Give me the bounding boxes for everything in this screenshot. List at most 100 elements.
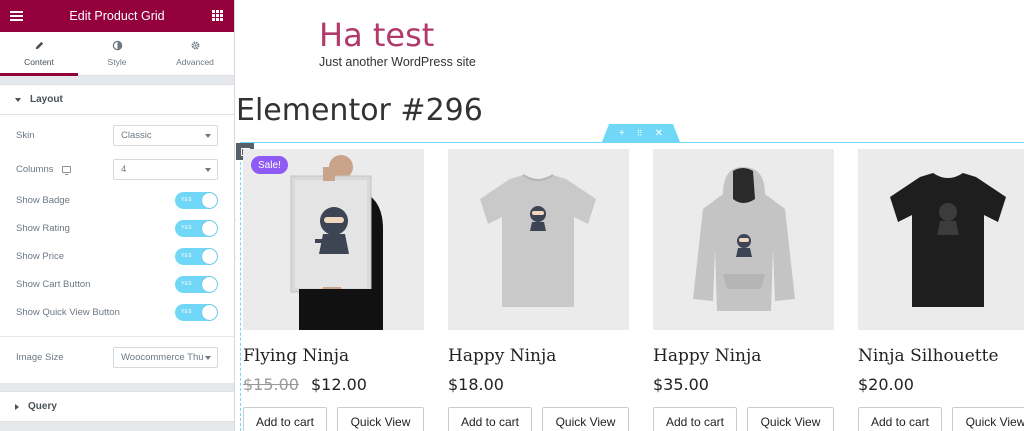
chevron-down-icon (205, 133, 211, 138)
caret-down-icon (15, 97, 21, 102)
section-toolbar: + ⠿ ✕ (602, 124, 680, 142)
skin-label: Skin (16, 129, 35, 141)
product-name[interactable]: Flying Ninja (243, 346, 424, 366)
sale-badge: Sale! (251, 156, 288, 174)
switch-state: YES (181, 281, 192, 287)
quick-view-button[interactable]: Quick View (542, 407, 629, 431)
poster-image (290, 155, 383, 330)
show-badge-label: Show Badge (16, 194, 70, 206)
show-badge-switch[interactable]: YES (175, 191, 218, 209)
quick-view-button[interactable]: Quick View (952, 407, 1024, 431)
show-quick-view-button-switch[interactable]: YES (175, 303, 218, 321)
toggle-row: Show Quick View Button YES (0, 298, 234, 326)
elementor-panel: Edit Product Grid Content Style Advanced… (0, 0, 235, 431)
hoodie-image (693, 167, 795, 311)
add-to-cart-button[interactable]: Add to cart (448, 407, 532, 431)
delete-section-icon[interactable]: ✕ (655, 128, 663, 139)
image-size-select[interactable]: Woocommerce Thu (113, 346, 218, 368)
product-name[interactable]: Ninja Silhouette (858, 346, 1024, 366)
black-tshirt-image (890, 173, 1006, 307)
query-section-title: Query (28, 401, 57, 412)
product-price: $20.00 (858, 375, 1024, 394)
skin-select[interactable]: Classic (113, 124, 218, 146)
toggle-row: Show Price YES (0, 242, 234, 270)
query-section-toggle[interactable]: Query (0, 391, 234, 422)
widgets-grid-icon[interactable] (212, 10, 223, 21)
chevron-down-icon (205, 355, 211, 360)
layout-controls: Skin Classic Columns 4 Show Badge YES Sh… (0, 115, 234, 383)
add-to-cart-button[interactable]: Add to cart (653, 407, 737, 431)
toggle-row: Show Rating YES (0, 214, 234, 242)
product-price: $15.00 $12.00 (243, 375, 424, 394)
price: $35.00 (653, 375, 709, 394)
switch-state: YES (181, 253, 192, 259)
show-cart-button-switch[interactable]: YES (175, 275, 218, 293)
columns-select[interactable]: 4 (113, 158, 218, 180)
add-to-cart-button[interactable]: Add to cart (243, 407, 327, 431)
sale-price: $12.00 (310, 375, 367, 394)
product-name[interactable]: Happy Ninja (448, 346, 629, 366)
site-title[interactable]: Ha test (319, 16, 434, 54)
switch-state: YES (181, 309, 192, 315)
show-rating-switch[interactable]: YES (175, 219, 218, 237)
toggle-row: Show Badge YES (0, 186, 234, 214)
show-price-label: Show Price (16, 250, 65, 262)
product-price: $35.00 (653, 375, 834, 394)
site-tagline: Just another WordPress site (319, 55, 476, 69)
product-card: Ninja Silhouette $20.00 Add to cart Quic… (858, 149, 1024, 431)
toggle-row: Show Cart Button YES (0, 270, 234, 298)
old-price: $15.00 (243, 375, 299, 394)
product-card: Happy Ninja $18.00 Add to cart Quick Vie… (448, 149, 629, 431)
product-price: $18.00 (448, 375, 629, 394)
tab-advanced[interactable]: Advanced (156, 32, 234, 75)
chevron-down-icon (205, 167, 211, 172)
product-card: Sale! Flying Ninja $15.00 $12.00 Add to … (243, 149, 424, 431)
tab-style-label: Style (107, 57, 127, 67)
product-grid: Sale! Flying Ninja $15.00 $12.00 Add to … (243, 149, 1024, 431)
columns-control: Columns 4 (0, 155, 234, 183)
price: $18.00 (448, 375, 504, 394)
show-quick-view-button-label: Show Quick View Button (16, 306, 120, 318)
menu-icon[interactable] (10, 11, 23, 21)
product-image[interactable] (858, 149, 1024, 330)
panel-tabs: Content Style Advanced (0, 32, 234, 76)
price: $20.00 (858, 375, 914, 394)
add-section-icon[interactable]: + (619, 128, 625, 139)
tab-style[interactable]: Style (78, 32, 156, 75)
page-preview: Ha test Just another WordPress site Elem… (236, 0, 1024, 431)
panel-title: Edit Product Grid (69, 9, 165, 23)
product-image[interactable] (653, 149, 834, 330)
image-size-value: Woocommerce Thu (121, 351, 204, 363)
tab-content[interactable]: Content (0, 32, 78, 76)
tshirt-image (480, 174, 596, 307)
switch-state: YES (181, 225, 192, 231)
tab-content-label: Content (24, 57, 54, 67)
skin-control: Skin Classic (0, 121, 234, 149)
skin-value: Classic (121, 129, 152, 141)
gear-icon (191, 41, 199, 50)
product-image[interactable] (448, 149, 629, 330)
product-card: Happy Ninja $35.00 Add to cart Quick Vie… (653, 149, 834, 431)
divider (0, 336, 234, 337)
desktop-icon[interactable] (61, 165, 71, 175)
tab-advanced-label: Advanced (176, 57, 214, 67)
quick-view-button[interactable]: Quick View (337, 407, 424, 431)
contrast-icon (112, 40, 122, 51)
quick-view-button[interactable]: Quick View (747, 407, 834, 431)
drag-handle-icon[interactable]: ⠿ (637, 129, 643, 138)
show-price-switch[interactable]: YES (175, 247, 218, 265)
product-name[interactable]: Happy Ninja (653, 346, 834, 366)
image-size-label: Image Size (16, 351, 64, 363)
add-to-cart-button[interactable]: Add to cart (858, 407, 942, 431)
product-image[interactable]: Sale! (243, 149, 424, 330)
pencil-icon (35, 41, 43, 50)
columns-value: 4 (121, 163, 127, 175)
show-rating-label: Show Rating (16, 222, 70, 234)
switch-state: YES (181, 197, 192, 203)
layout-section-title: Layout (30, 94, 63, 105)
panel-header: Edit Product Grid (0, 0, 234, 32)
layout-section-toggle[interactable]: Layout (0, 84, 234, 115)
page-title: Elementor #296 (236, 93, 483, 128)
caret-right-icon (15, 403, 19, 410)
show-cart-button-label: Show Cart Button (16, 278, 91, 290)
